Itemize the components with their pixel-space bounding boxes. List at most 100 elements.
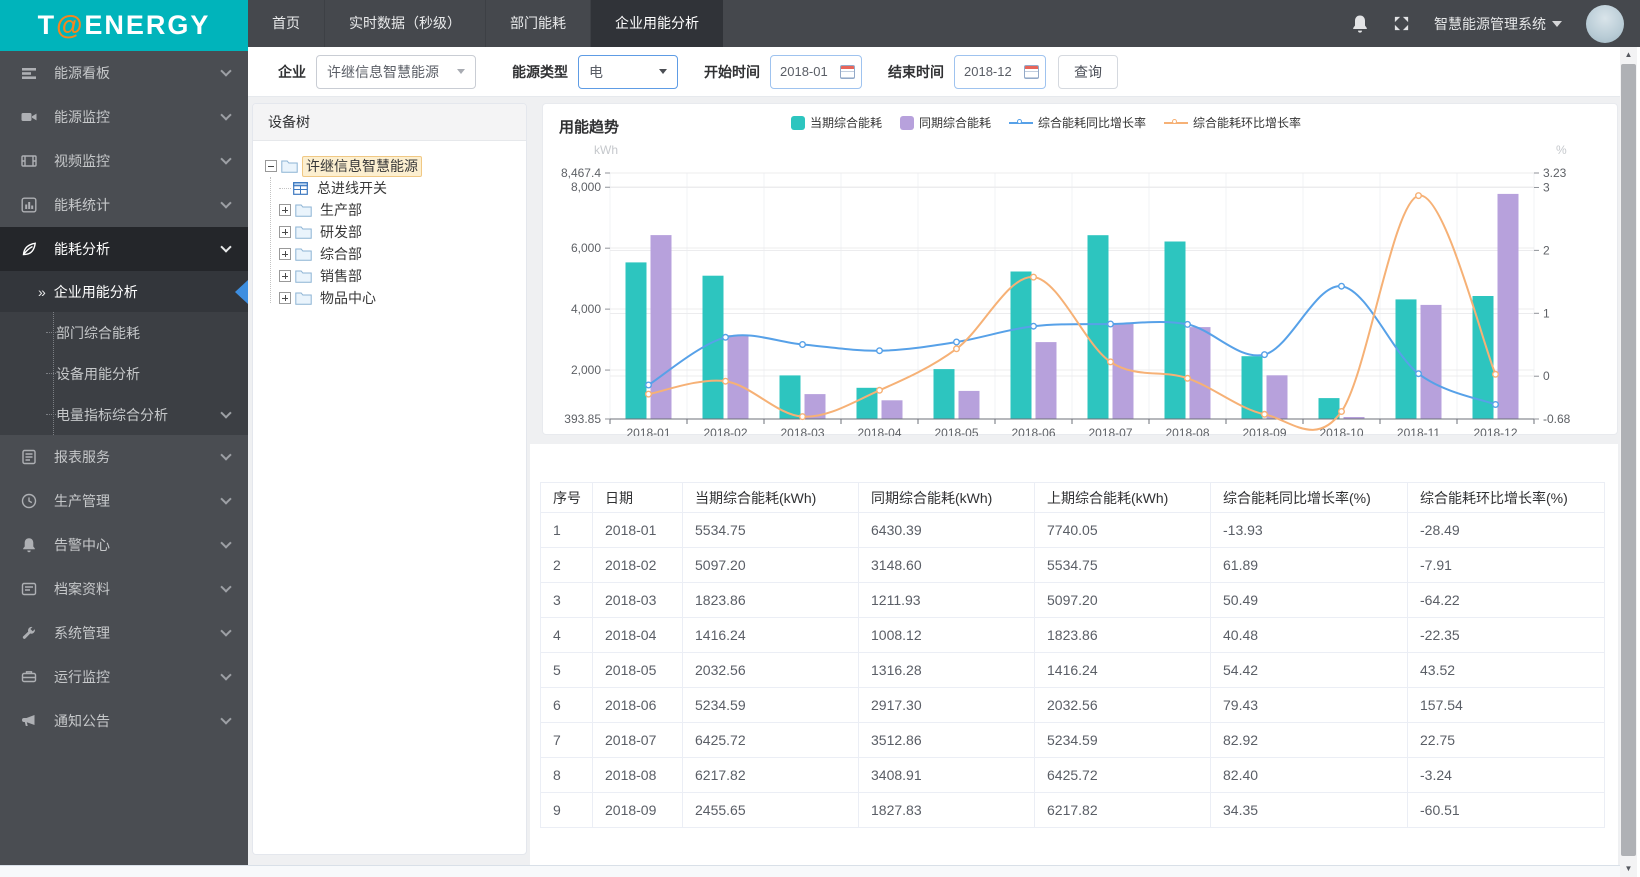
table-row[interactable]: 5 2018-05 2032.56 1316.28 1416.24 54.42 43.52 [540,652,1605,688]
tree-node-label[interactable]: 总进线开关 [313,178,391,199]
bar-current-2018-07[interactable] [1087,235,1109,419]
bar-previous-2018-06[interactable] [1035,342,1057,419]
sidebar-item-4[interactable]: 能耗分析 [0,227,248,271]
point-mom-2018-06[interactable] [1030,273,1038,281]
bar-current-2018-08[interactable] [1164,241,1186,420]
sidebar-subitem-1[interactable]: 部门综合能耗 [0,312,248,353]
sidebar-item-11[interactable]: 通知公告 [0,699,248,743]
point-mom-2018-05[interactable] [953,345,961,353]
bar-previous-2018-05[interactable] [958,390,980,419]
tree-node-label[interactable]: 生产部 [316,200,366,221]
avatar[interactable] [1586,4,1624,43]
sidebar-subitem-3[interactable]: 电量指标综合分析 [0,394,248,435]
point-mom-2018-07[interactable] [1107,358,1115,366]
sidebar-subitem-0[interactable]: » 企业用能分析 [0,271,248,312]
point-mom-2018-11[interactable] [1415,192,1423,200]
bar-current-2018-10[interactable] [1318,398,1340,419]
sidebar-item-0[interactable]: 能源看板 [0,51,248,95]
energy-type-select[interactable]: 电 [578,54,678,89]
legend-item-2[interactable]: 综合能耗同比增长率 [1009,114,1146,131]
point-yoy-2018-04[interactable] [876,347,884,355]
tree-node-4[interactable]: 综合部 [265,243,518,265]
point-mom-2018-08[interactable] [1184,374,1192,382]
point-yoy-2018-05[interactable] [953,338,961,346]
bar-current-2018-05[interactable] [933,369,955,419]
legend-item-3[interactable]: 综合能耗环比增长率 [1164,114,1301,131]
end-date-input[interactable]: 2018-12 [954,54,1046,89]
point-mom-2018-10[interactable] [1338,408,1346,416]
point-mom-2018-09[interactable] [1261,410,1269,418]
bar-current-2018-01[interactable] [625,262,647,419]
nav-tab-3[interactable]: 企业用能分析 [590,0,723,47]
point-yoy-2018-01[interactable] [644,381,652,389]
vertical-scrollbar[interactable]: ▲ ▼ [1620,47,1637,877]
point-yoy-2018-03[interactable] [798,340,806,348]
tree-node-0[interactable]: 许继信息智慧能源 [265,155,518,177]
bar-previous-2018-09[interactable] [1266,375,1288,419]
sidebar-subitem-2[interactable]: 设备用能分析 [0,353,248,394]
nav-tab-2[interactable]: 部门能耗 [485,0,590,47]
point-yoy-2018-06[interactable] [1030,322,1038,330]
tree-node-1[interactable]: 总进线开关 [265,177,518,199]
point-mom-2018-12[interactable] [1492,370,1500,378]
table-row[interactable]: 8 2018-08 6217.82 3408.91 6425.72 82.40 -3.24 [540,757,1605,793]
nav-tab-1[interactable]: 实时数据（秒级） [324,0,485,47]
point-yoy-2018-12[interactable] [1492,401,1500,409]
tree-node-6[interactable]: 物品中心 [265,287,518,309]
sidebar-item-8[interactable]: 档案资料 [0,567,248,611]
collapse-icon[interactable] [265,160,277,172]
table-row[interactable]: 1 2018-01 5534.75 6430.39 7740.05 -13.93 -28.4… [540,512,1605,548]
sidebar-item-5[interactable]: 报表服务 [0,435,248,479]
start-date-input[interactable]: 2018-01 [770,54,862,89]
point-mom-2018-04[interactable] [876,386,884,394]
fullscreen-icon[interactable] [1393,15,1410,32]
system-name-menu[interactable]: 智慧能源管理系统 [1434,14,1562,34]
table-row[interactable]: 3 2018-03 1823.86 1211.93 5097.20 50.49 -64.22 [540,582,1605,618]
tree-node-label[interactable]: 研发部 [316,222,366,243]
bar-current-2018-06[interactable] [1010,271,1032,420]
point-mom-2018-01[interactable] [644,390,652,398]
sidebar-item-1[interactable]: 能源监控 [0,95,248,139]
bar-previous-2018-12[interactable] [1497,193,1519,419]
query-button[interactable]: 查询 [1058,54,1118,89]
bar-previous-2018-11[interactable] [1420,304,1442,419]
bar-previous-2018-04[interactable] [881,400,903,419]
bottom-scrollbar-track[interactable] [0,865,1620,877]
tree-node-label[interactable]: 销售部 [316,266,366,287]
sidebar-item-9[interactable]: 系统管理 [0,611,248,655]
nav-tab-0[interactable]: 首页 [248,0,324,47]
bar-current-2018-03[interactable] [779,375,801,419]
expand-icon[interactable] [279,248,291,260]
sidebar-item-10[interactable]: 运行监控 [0,655,248,699]
table-row[interactable]: 4 2018-04 1416.24 1008.12 1823.86 40.48 -22.35 [540,617,1605,653]
expand-icon[interactable] [279,204,291,216]
expand-icon[interactable] [279,226,291,238]
sidebar-item-6[interactable]: 生产管理 [0,479,248,523]
tree-node-2[interactable]: 生产部 [265,199,518,221]
scrollbar-thumb[interactable] [1621,64,1636,856]
scroll-up-arrow[interactable]: ▲ [1620,47,1637,63]
calendar-icon[interactable] [1024,64,1039,79]
bar-current-2018-02[interactable] [702,275,724,419]
sidebar-item-7[interactable]: 告警中心 [0,523,248,567]
point-yoy-2018-11[interactable] [1415,370,1423,378]
point-yoy-2018-07[interactable] [1107,320,1115,328]
point-yoy-2018-02[interactable] [721,333,729,341]
legend-item-0[interactable]: 当期综合能耗 [791,114,882,131]
expand-icon[interactable] [279,270,291,282]
legend-item-1[interactable]: 同期综合能耗 [900,114,991,131]
point-yoy-2018-10[interactable] [1338,282,1346,290]
table-row[interactable]: 2 2018-02 5097.20 3148.60 5534.75 61.89 -7.91 [540,547,1605,583]
tree-node-5[interactable]: 销售部 [265,265,518,287]
scroll-down-arrow[interactable]: ▼ [1620,861,1637,877]
bar-previous-2018-08[interactable] [1189,327,1211,419]
bar-previous-2018-02[interactable] [727,335,749,419]
tree-node-label[interactable]: 综合部 [316,244,366,265]
tree-node-label[interactable]: 物品中心 [316,288,380,309]
notification-bell-icon[interactable] [1351,14,1369,34]
calendar-icon[interactable] [840,64,855,79]
tree-node-3[interactable]: 研发部 [265,221,518,243]
table-row[interactable]: 6 2018-06 5234.59 2917.30 2032.56 79.43 157.54 [540,687,1605,723]
expand-icon[interactable] [279,292,291,304]
tree-node-label[interactable]: 许继信息智慧能源 [302,155,422,177]
